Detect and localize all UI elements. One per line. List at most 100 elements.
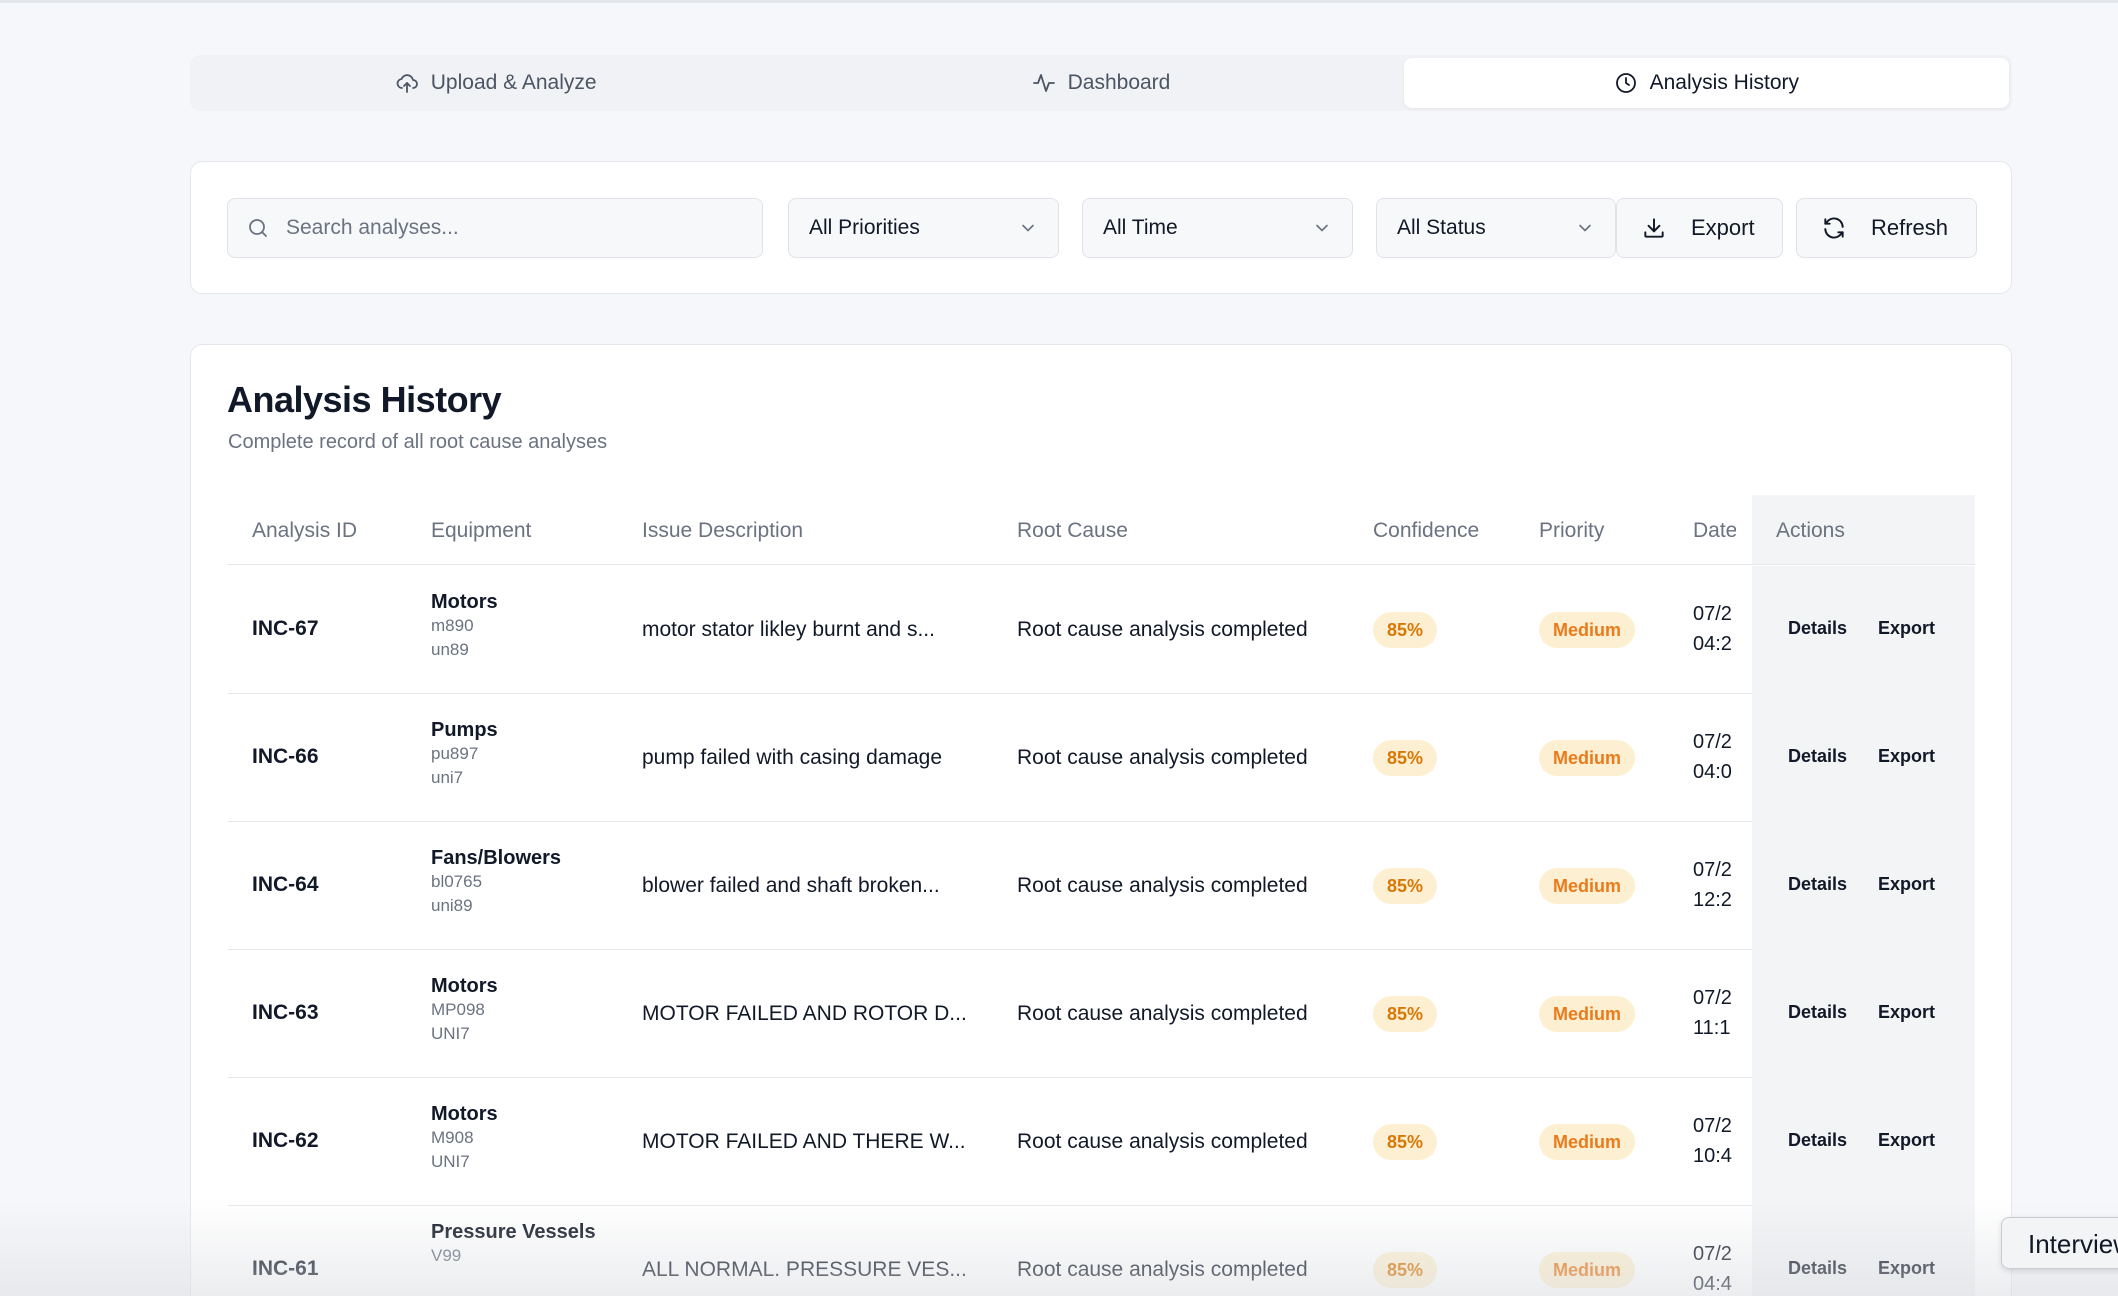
details-link[interactable]: Details xyxy=(1788,1258,1847,1279)
top-divider xyxy=(0,0,2118,3)
priority-select-value: All Priorities xyxy=(809,216,920,239)
row-export-link[interactable]: Export xyxy=(1878,1258,1935,1279)
search-box[interactable] xyxy=(227,198,763,258)
equipment-cell: Pumps pu897 uni7 xyxy=(431,718,601,790)
page: Upload & Analyze Dashboard Analysis Hist… xyxy=(0,0,2118,1296)
priority-cell: Medium xyxy=(1539,996,1636,1032)
equipment-code: MP098 xyxy=(431,1000,485,1019)
export-button[interactable]: Export xyxy=(1616,198,1783,258)
actions-cell: Details Export xyxy=(1752,950,1975,1078)
confidence-badge: 85% xyxy=(1373,1124,1438,1160)
row-export-link[interactable]: Export xyxy=(1878,746,1935,767)
date-cell: 07/2 04:4 xyxy=(1693,1239,1736,1296)
analysis-id: INC-61 xyxy=(252,1257,319,1280)
column-header: Equipment xyxy=(431,519,532,542)
priority-cell: Medium xyxy=(1539,612,1636,648)
table-row[interactable]: INC-64 Fans/Blowers bl0765 uni89 blower fail… xyxy=(228,822,1975,950)
row-export-link[interactable]: Export xyxy=(1878,618,1935,639)
priority-cell: Medium xyxy=(1539,868,1636,904)
confidence-cell: 85% xyxy=(1373,612,1438,648)
refresh-button-label: Refresh xyxy=(1871,215,1949,240)
table-row[interactable]: INC-66 Pumps pu897 uni7 pump failed with cas… xyxy=(228,694,1975,822)
date-cell: 07/2 12:2 xyxy=(1693,855,1736,915)
download-icon xyxy=(1644,218,1664,238)
equipment-cell: Motors m890 un89 xyxy=(431,590,601,662)
clock-icon xyxy=(1615,73,1636,93)
table-row[interactable]: INC-63 Motors MP098 UNI7 MOTOR FAILED AND RO… xyxy=(228,950,1975,1078)
equipment-unit: uni7 xyxy=(431,768,464,787)
time-line: 04:0 xyxy=(1693,761,1732,783)
date-cell: 07/2 10:4 xyxy=(1693,1111,1736,1171)
details-link[interactable]: Details xyxy=(1788,874,1847,895)
priority-badge: Medium xyxy=(1539,612,1636,648)
chevron-down-icon xyxy=(1579,224,1591,232)
priority-badge: Medium xyxy=(1539,1124,1636,1160)
root-cause: Root cause analysis completed xyxy=(1017,746,1308,769)
equipment-name: Motors xyxy=(431,1103,498,1125)
time-select[interactable]: All Time xyxy=(1082,198,1353,258)
date-line: 07/2 xyxy=(1693,731,1732,753)
root-cause: Root cause analysis completed xyxy=(1017,874,1308,897)
chevron-down-icon xyxy=(1316,224,1328,232)
status-select[interactable]: All Status xyxy=(1376,198,1616,258)
details-link[interactable]: Details xyxy=(1788,1002,1847,1023)
analysis-id: INC-63 xyxy=(252,1001,319,1024)
activity-icon xyxy=(1032,74,1055,92)
table-row[interactable]: INC-61 Pressure Vessels V99 ALL NORMAL. PRE… xyxy=(228,1206,1975,1296)
equipment-cell: Motors MP098 UNI7 xyxy=(431,974,601,1046)
priority-select[interactable]: All Priorities xyxy=(788,198,1059,258)
tab-analysis-history[interactable]: Analysis History xyxy=(1403,58,2009,108)
search-icon xyxy=(249,219,267,237)
search-input[interactable] xyxy=(286,216,746,240)
analysis-id: INC-67 xyxy=(252,617,319,640)
confidence-cell: 85% xyxy=(1373,868,1438,904)
table-header: Analysis ID Equipment Issue Description … xyxy=(228,495,1975,565)
tab-upload-analyze[interactable]: Upload & Analyze xyxy=(193,58,798,108)
details-link[interactable]: Details xyxy=(1788,1130,1847,1151)
column-header: Date xyxy=(1693,519,1736,542)
issue-description: MOTOR FAILED AND THERE W... xyxy=(642,1130,966,1153)
time-select-value: All Time xyxy=(1103,216,1178,239)
root-cause: Root cause analysis completed xyxy=(1017,1002,1308,1025)
tab-dashboard[interactable]: Dashboard xyxy=(798,58,1403,108)
equipment-name: Fans/Blowers xyxy=(431,847,562,869)
refresh-button[interactable]: Refresh xyxy=(1796,198,1977,258)
equipment-name: Pressure Vessels xyxy=(431,1221,596,1243)
column-header: Issue Description xyxy=(642,519,804,542)
confidence-badge: 85% xyxy=(1373,612,1438,648)
column-header: Priority xyxy=(1539,519,1605,542)
tab-label: Upload & Analyze xyxy=(430,71,597,94)
equipment-unit: UNI7 xyxy=(431,1024,470,1043)
row-export-link[interactable]: Export xyxy=(1878,1002,1935,1023)
row-export-link[interactable]: Export xyxy=(1878,874,1935,895)
analysis-id: INC-66 xyxy=(252,745,319,768)
date-line: 07/2 xyxy=(1693,987,1732,1009)
equipment-unit: un89 xyxy=(431,640,469,659)
details-link[interactable]: Details xyxy=(1788,746,1847,767)
main-tabs: Upload & Analyze Dashboard Analysis Hist… xyxy=(190,55,2012,111)
time-line: 04:4 xyxy=(1693,1273,1732,1295)
confidence-badge: 85% xyxy=(1373,1252,1438,1288)
equipment-cell: Motors M908 UNI7 xyxy=(431,1102,601,1174)
interview-tab[interactable]: Interview xyxy=(2001,1217,2118,1269)
filter-bar: All Priorities All Time All Status Expor… xyxy=(190,161,2012,294)
tab-label: Dashboard xyxy=(1067,71,1171,94)
actions-cell: Details Export xyxy=(1752,1078,1975,1206)
priority-badge: Medium xyxy=(1539,1252,1636,1288)
table-row[interactable]: INC-62 Motors M908 UNI7 MOTOR FAILED AND THE… xyxy=(228,1078,1975,1206)
priority-badge: Medium xyxy=(1539,868,1636,904)
analysis-id: INC-64 xyxy=(252,873,319,896)
history-card: Analysis History Complete record of all … xyxy=(190,344,2012,1296)
table-row[interactable]: INC-67 Motors m890 un89 motor stator likley … xyxy=(228,566,1975,694)
history-subtitle: Complete record of all root cause analys… xyxy=(228,431,608,453)
row-export-link[interactable]: Export xyxy=(1878,1130,1935,1151)
priority-badge: Medium xyxy=(1539,996,1636,1032)
equipment-cell: Pressure Vessels V99 xyxy=(431,1220,601,1268)
confidence-badge: 85% xyxy=(1373,740,1438,776)
equipment-code: m890 xyxy=(431,616,474,635)
priority-badge: Medium xyxy=(1539,740,1636,776)
time-line: 11:1 xyxy=(1693,1017,1731,1039)
details-link[interactable]: Details xyxy=(1788,618,1847,639)
column-header: Confidence xyxy=(1373,519,1480,542)
date-line: 07/2 xyxy=(1693,1115,1732,1137)
